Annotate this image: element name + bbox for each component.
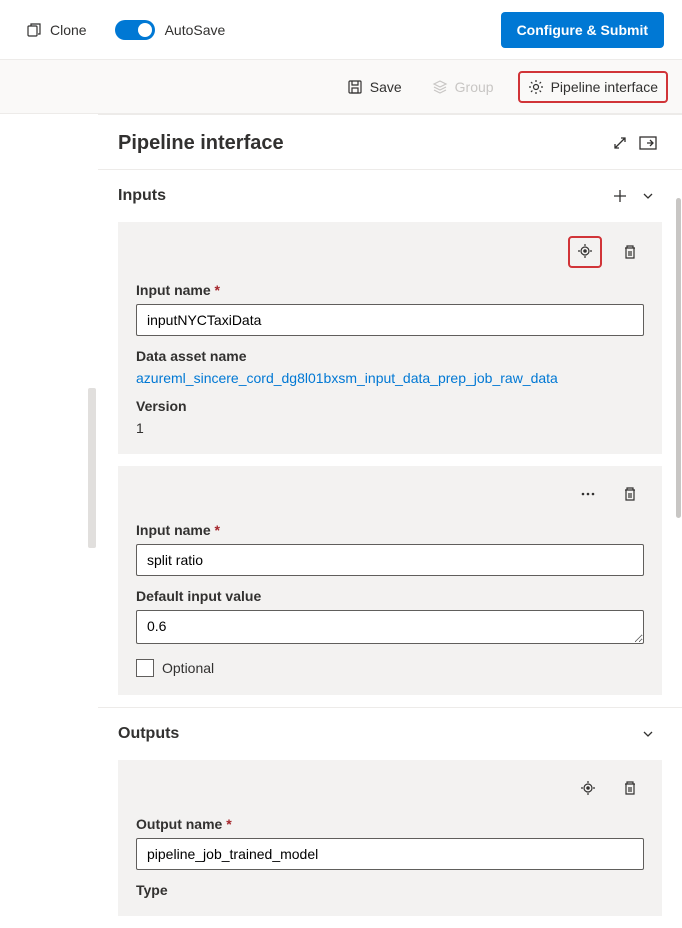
- version-label: Version: [136, 398, 644, 414]
- top-toolbar: Clone AutoSave Configure & Submit: [0, 0, 682, 60]
- input-name-input[interactable]: [136, 304, 644, 336]
- output-name-input[interactable]: [136, 838, 644, 870]
- pipeline-interface-action[interactable]: Pipeline interface: [518, 71, 668, 103]
- configure-submit-button[interactable]: Configure & Submit: [501, 12, 664, 48]
- outputs-header: Outputs: [98, 708, 682, 760]
- save-icon: [347, 79, 363, 95]
- input-card: Input name Data asset name azureml_since…: [118, 222, 662, 454]
- locate-button[interactable]: [576, 242, 594, 260]
- default-value-field: Default input value: [136, 588, 644, 647]
- dock-icon: [639, 136, 657, 150]
- type-label: Type: [136, 882, 644, 898]
- locate-highlight: [568, 236, 602, 268]
- panel-title: Pipeline interface: [118, 132, 606, 155]
- inputs-header: Inputs: [98, 170, 682, 222]
- expand-button[interactable]: [606, 129, 634, 157]
- data-asset-link[interactable]: azureml_sincere_cord_dg8l01bxsm_input_da…: [136, 370, 644, 386]
- group-action: Group: [426, 75, 500, 99]
- card-actions: [136, 480, 644, 508]
- card-actions: [136, 236, 644, 268]
- data-asset-field: Data asset name azureml_sincere_cord_dg8…: [136, 348, 644, 386]
- default-value-input[interactable]: [136, 610, 644, 644]
- clone-icon: [26, 22, 42, 38]
- trash-icon: [622, 244, 638, 260]
- action-bar: Save Group Pipeline interface: [0, 60, 682, 114]
- group-label: Group: [455, 79, 494, 95]
- version-field: Version 1: [136, 398, 644, 436]
- input-name-field: Input name: [136, 522, 644, 576]
- clone-label: Clone: [50, 22, 87, 38]
- outputs-section: Outputs: [98, 707, 682, 916]
- optional-row: Optional: [136, 659, 644, 677]
- pipeline-interface-label: Pipeline interface: [551, 79, 658, 95]
- collapse-inputs-button[interactable]: [634, 182, 662, 210]
- locate-icon: [580, 780, 596, 796]
- input-card: Input name Default input value Optional: [118, 466, 662, 695]
- card-actions: [136, 774, 644, 802]
- optional-checkbox[interactable]: [136, 659, 154, 677]
- optional-label: Optional: [162, 660, 214, 676]
- default-value-label: Default input value: [136, 588, 644, 604]
- toggle-knob: [138, 23, 152, 37]
- plus-icon: [613, 189, 627, 203]
- autosave-label: AutoSave: [165, 22, 226, 38]
- dock-button[interactable]: [634, 129, 662, 157]
- output-name-field: Output name: [136, 816, 644, 870]
- locate-icon: [577, 243, 593, 259]
- scrollbar-thumb[interactable]: [676, 198, 681, 518]
- trash-icon: [622, 486, 638, 502]
- outputs-title: Outputs: [118, 725, 634, 743]
- group-icon: [432, 79, 448, 95]
- delete-button[interactable]: [616, 480, 644, 508]
- trash-icon: [622, 780, 638, 796]
- chevron-down-icon: [641, 727, 655, 741]
- collapse-outputs-button[interactable]: [634, 720, 662, 748]
- clone-button[interactable]: Clone: [18, 16, 95, 44]
- gear-icon: [528, 79, 544, 95]
- pipeline-interface-panel: Pipeline interface Inputs: [98, 114, 682, 916]
- delete-button[interactable]: [616, 774, 644, 802]
- input-name-label: Input name: [136, 282, 644, 298]
- panel-header: Pipeline interface: [98, 115, 682, 169]
- output-name-label: Output name: [136, 816, 644, 832]
- more-button[interactable]: [574, 480, 602, 508]
- save-label: Save: [370, 79, 402, 95]
- expand-icon: [612, 135, 628, 151]
- autosave-toggle-wrap: AutoSave: [115, 20, 226, 40]
- left-gutter: [88, 388, 96, 548]
- add-input-button[interactable]: [606, 182, 634, 210]
- inputs-section: Inputs: [98, 169, 682, 695]
- autosave-toggle[interactable]: [115, 20, 155, 40]
- input-name-label: Input name: [136, 522, 644, 538]
- output-card: Output name Type: [118, 760, 662, 916]
- inputs-title: Inputs: [118, 187, 606, 205]
- input-name-field: Input name: [136, 282, 644, 336]
- version-value: 1: [136, 420, 644, 436]
- delete-button[interactable]: [616, 238, 644, 266]
- chevron-down-icon: [641, 189, 655, 203]
- save-action[interactable]: Save: [341, 75, 408, 99]
- locate-button[interactable]: [574, 774, 602, 802]
- data-asset-label: Data asset name: [136, 348, 644, 364]
- input-name-input[interactable]: [136, 544, 644, 576]
- more-icon: [580, 486, 596, 502]
